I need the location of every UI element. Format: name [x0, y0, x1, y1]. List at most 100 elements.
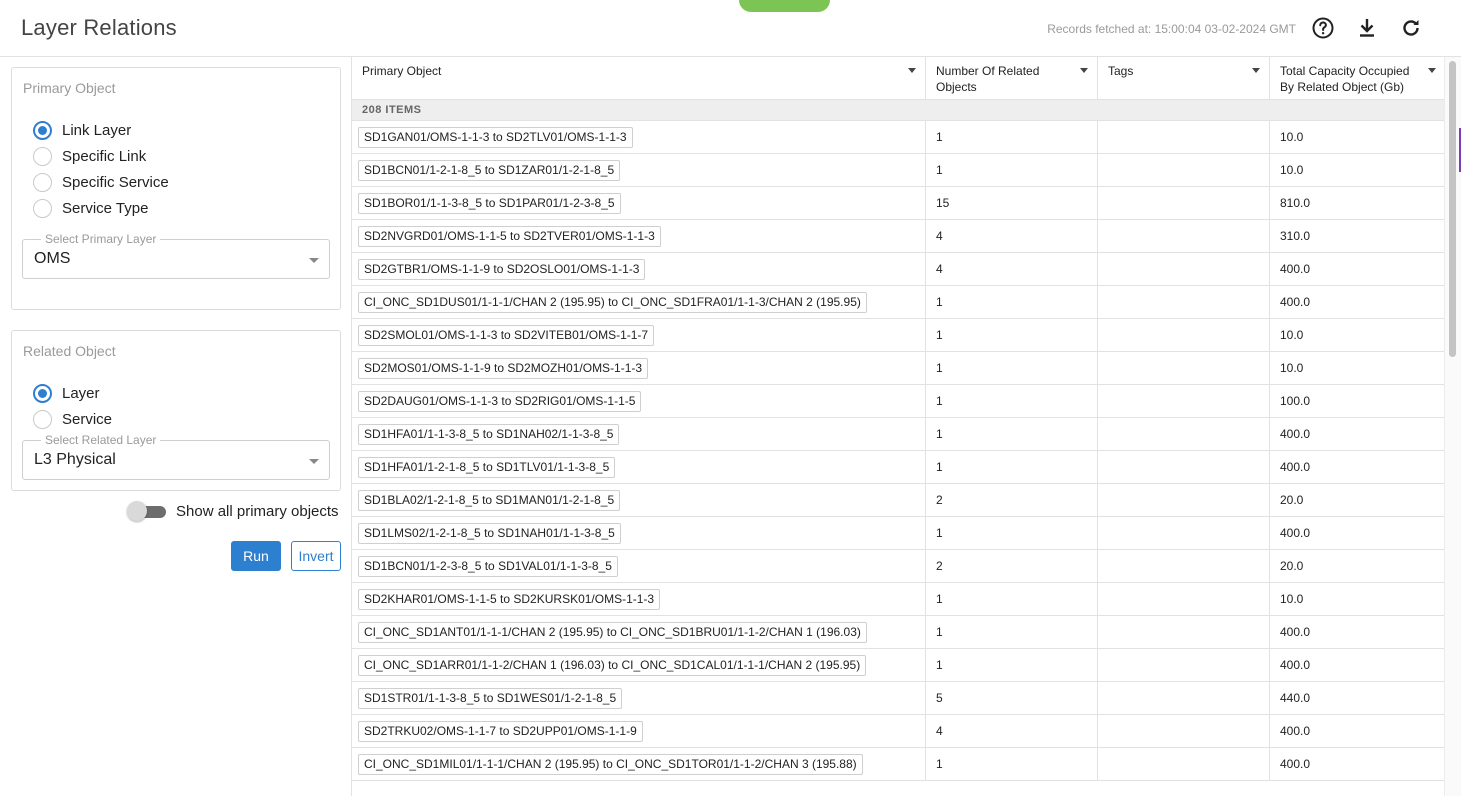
primary-object-chip[interactable]: SD2DAUG01/OMS-1-1-3 to SD2RIG01/OMS-1-1-… — [358, 391, 642, 412]
table-row[interactable]: SD2DAUG01/OMS-1-1-3 to SD2RIG01/OMS-1-1-… — [352, 385, 1444, 418]
sort-caret-icon[interactable] — [1428, 68, 1436, 73]
cell-capacity: 100.0 — [1270, 385, 1444, 418]
cell-capacity: 400.0 — [1270, 286, 1444, 319]
cell-related-count: 1 — [926, 649, 1098, 682]
primary-object-chip[interactable]: SD1BCN01/1-2-1-8_5 to SD1ZAR01/1-2-1-8_5 — [358, 160, 621, 181]
primary-object-chip[interactable]: CI_ONC_SD1ANT01/1-1-1/CHAN 2 (195.95) to… — [358, 622, 867, 643]
table-row[interactable]: SD1LMS02/1-2-1-8_5 to SD1NAH01/1-1-3-8_5… — [352, 517, 1444, 550]
select-related-layer[interactable]: Select Related Layer L3 Physical — [22, 433, 330, 480]
cell-related-count: 1 — [926, 748, 1098, 781]
cell-value: 1 — [936, 526, 943, 540]
column-header-primary-object[interactable]: Primary Object — [352, 57, 926, 100]
sort-caret-icon[interactable] — [1080, 68, 1088, 73]
radio-layer[interactable]: Layer — [33, 382, 100, 404]
cell-capacity: 10.0 — [1270, 352, 1444, 385]
cell-value: 400.0 — [1280, 757, 1311, 771]
primary-object-chip[interactable]: SD1LMS02/1-2-1-8_5 to SD1NAH01/1-1-3-8_5 — [358, 523, 621, 544]
select-primary-layer[interactable]: Select Primary Layer OMS — [22, 232, 330, 279]
table-row[interactable]: CI_ONC_SD1DUS01/1-1-1/CHAN 2 (195.95) to… — [352, 286, 1444, 319]
invert-button[interactable]: Invert — [291, 541, 341, 571]
primary-object-chip[interactable]: SD2GTBR1/OMS-1-1-9 to SD2OSLO01/OMS-1-1-… — [358, 259, 646, 280]
primary-object-chip[interactable]: SD1BOR01/1-1-3-8_5 to SD1PAR01/1-2-3-8_5 — [358, 193, 621, 214]
primary-object-chip[interactable]: SD1HFA01/1-1-3-8_5 to SD1NAH02/1-1-3-8_5 — [358, 424, 620, 445]
table-row[interactable]: SD1GAN01/OMS-1-1-3 to SD2TLV01/OMS-1-1-3… — [352, 121, 1444, 154]
cell-tags — [1098, 451, 1270, 484]
scrollbar-thumb[interactable] — [1449, 61, 1456, 357]
table-row[interactable]: SD1HFA01/1-1-3-8_5 to SD1NAH02/1-1-3-8_5… — [352, 418, 1444, 451]
table-row[interactable]: CI_ONC_SD1ARR01/1-1-2/CHAN 1 (196.03) to… — [352, 649, 1444, 682]
primary-object-chip[interactable]: SD1HFA01/1-2-1-8_5 to SD1TLV01/1-1-3-8_5 — [358, 457, 616, 478]
help-icon[interactable] — [1311, 16, 1335, 40]
cell-capacity: 20.0 — [1270, 484, 1444, 517]
column-header-label: Tags — [1108, 64, 1134, 78]
radio-specific-service[interactable]: Specific Service — [33, 171, 169, 193]
chevron-down-icon — [309, 258, 319, 263]
primary-object-chip[interactable]: SD2TRKU02/OMS-1-1-7 to SD2UPP01/OMS-1-1-… — [358, 721, 643, 742]
cell-related-count: 4 — [926, 715, 1098, 748]
cell-value: 1 — [936, 394, 943, 408]
cell-tags — [1098, 715, 1270, 748]
table-row[interactable]: SD1HFA01/1-2-1-8_5 to SD1TLV01/1-1-3-8_5… — [352, 451, 1444, 484]
radio-link-layer[interactable]: Link Layer — [33, 119, 131, 141]
column-header-related-count[interactable]: Number Of Related Objects — [926, 57, 1098, 100]
cell-capacity: 400.0 — [1270, 253, 1444, 286]
cell-primary-object: SD2GTBR1/OMS-1-1-9 to SD2OSLO01/OMS-1-1-… — [352, 253, 926, 286]
primary-object-chip[interactable]: SD2SMOL01/OMS-1-1-3 to SD2VITEB01/OMS-1-… — [358, 325, 655, 346]
table-row[interactable]: SD1BCN01/1-2-1-8_5 to SD1ZAR01/1-2-1-8_5… — [352, 154, 1444, 187]
cell-value: 10.0 — [1280, 592, 1304, 606]
table-row[interactable]: CI_ONC_SD1ANT01/1-1-1/CHAN 2 (195.95) to… — [352, 616, 1444, 649]
cell-primary-object: SD2NVGRD01/OMS-1-1-5 to SD2TVER01/OMS-1-… — [352, 220, 926, 253]
radio-label: Link Layer — [62, 121, 132, 139]
show-all-toggle[interactable] — [127, 500, 166, 522]
primary-object-chip[interactable]: SD1GAN01/OMS-1-1-3 to SD2TLV01/OMS-1-1-3 — [358, 127, 633, 148]
page-title: Layer Relations — [21, 15, 177, 40]
cell-primary-object: SD1BLA02/1-2-1-8_5 to SD1MAN01/1-2-1-8_5 — [352, 484, 926, 517]
primary-object-chip[interactable]: SD1STR01/1-1-3-8_5 to SD1WES01/1-2-1-8_5 — [358, 688, 623, 709]
cell-related-count: 2 — [926, 484, 1098, 517]
notification-tab[interactable] — [739, 0, 830, 12]
radio-label: Service Type — [62, 199, 149, 217]
table-row[interactable]: SD1BLA02/1-2-1-8_5 to SD1MAN01/1-2-1-8_5… — [352, 484, 1444, 517]
table-row[interactable]: CI_ONC_SD1MIL01/1-1-1/CHAN 2 (195.95) to… — [352, 748, 1444, 781]
table-row[interactable]: SD2NVGRD01/OMS-1-1-5 to SD2TVER01/OMS-1-… — [352, 220, 1444, 253]
cell-value: 400.0 — [1280, 295, 1311, 309]
table-row[interactable]: SD2TRKU02/OMS-1-1-7 to SD2UPP01/OMS-1-1-… — [352, 715, 1444, 748]
cell-capacity: 10.0 — [1270, 121, 1444, 154]
radio-specific-link[interactable]: Specific Link — [33, 145, 146, 167]
cell-capacity: 20.0 — [1270, 550, 1444, 583]
show-all-toggle-row: Show all primary objects — [127, 500, 339, 522]
select-primary-layer-legend: Select Primary Layer — [41, 232, 161, 246]
primary-object-chip[interactable]: SD2NVGRD01/OMS-1-1-5 to SD2TVER01/OMS-1-… — [358, 226, 661, 247]
radio-service[interactable]: Service — [33, 408, 112, 430]
column-header-capacity[interactable]: Total Capacity Occupied By Related Objec… — [1270, 57, 1444, 100]
run-button[interactable]: Run — [231, 541, 281, 571]
cell-capacity: 440.0 — [1270, 682, 1444, 715]
primary-object-chip[interactable]: SD1BLA02/1-2-1-8_5 to SD1MAN01/1-2-1-8_5 — [358, 490, 621, 511]
primary-object-chip[interactable]: CI_ONC_SD1MIL01/1-1-1/CHAN 2 (195.95) to… — [358, 754, 863, 775]
primary-object-chip[interactable]: SD2KHAR01/OMS-1-1-5 to SD2KURSK01/OMS-1-… — [358, 589, 661, 610]
refresh-icon[interactable] — [1399, 16, 1423, 40]
download-icon[interactable] — [1355, 16, 1379, 40]
cell-capacity: 400.0 — [1270, 616, 1444, 649]
sort-caret-icon[interactable] — [908, 68, 916, 73]
table-row[interactable]: SD2KHAR01/OMS-1-1-5 to SD2KURSK01/OMS-1-… — [352, 583, 1444, 616]
cell-capacity: 310.0 — [1270, 220, 1444, 253]
table-row[interactable]: SD2GTBR1/OMS-1-1-9 to SD2OSLO01/OMS-1-1-… — [352, 253, 1444, 286]
table-row[interactable]: SD1BCN01/1-2-3-8_5 to SD1VAL01/1-1-3-8_5… — [352, 550, 1444, 583]
column-header-tags[interactable]: Tags — [1098, 57, 1270, 100]
primary-object-chip[interactable]: SD2MOS01/OMS-1-1-9 to SD2MOZH01/OMS-1-1-… — [358, 358, 649, 379]
cell-value: 1 — [936, 295, 943, 309]
table-row[interactable]: SD1BOR01/1-1-3-8_5 to SD1PAR01/1-2-3-8_5… — [352, 187, 1444, 220]
sort-caret-icon[interactable] — [1252, 68, 1260, 73]
primary-object-chip[interactable]: CI_ONC_SD1ARR01/1-1-2/CHAN 1 (196.03) to… — [358, 655, 867, 676]
radio-service-type[interactable]: Service Type — [33, 197, 148, 219]
table-row[interactable]: SD2SMOL01/OMS-1-1-3 to SD2VITEB01/OMS-1-… — [352, 319, 1444, 352]
cell-value: 4 — [936, 724, 943, 738]
cell-capacity: 400.0 — [1270, 451, 1444, 484]
table-row[interactable]: SD1STR01/1-1-3-8_5 to SD1WES01/1-2-1-8_5… — [352, 682, 1444, 715]
primary-object-chip[interactable]: CI_ONC_SD1DUS01/1-1-1/CHAN 2 (195.95) to… — [358, 292, 867, 313]
primary-object-chip[interactable]: SD1BCN01/1-2-3-8_5 to SD1VAL01/1-1-3-8_5 — [358, 556, 618, 577]
cell-primary-object: SD1GAN01/OMS-1-1-3 to SD2TLV01/OMS-1-1-3 — [352, 121, 926, 154]
cell-value: 400.0 — [1280, 658, 1311, 672]
table-row[interactable]: SD2MOS01/OMS-1-1-9 to SD2MOZH01/OMS-1-1-… — [352, 352, 1444, 385]
